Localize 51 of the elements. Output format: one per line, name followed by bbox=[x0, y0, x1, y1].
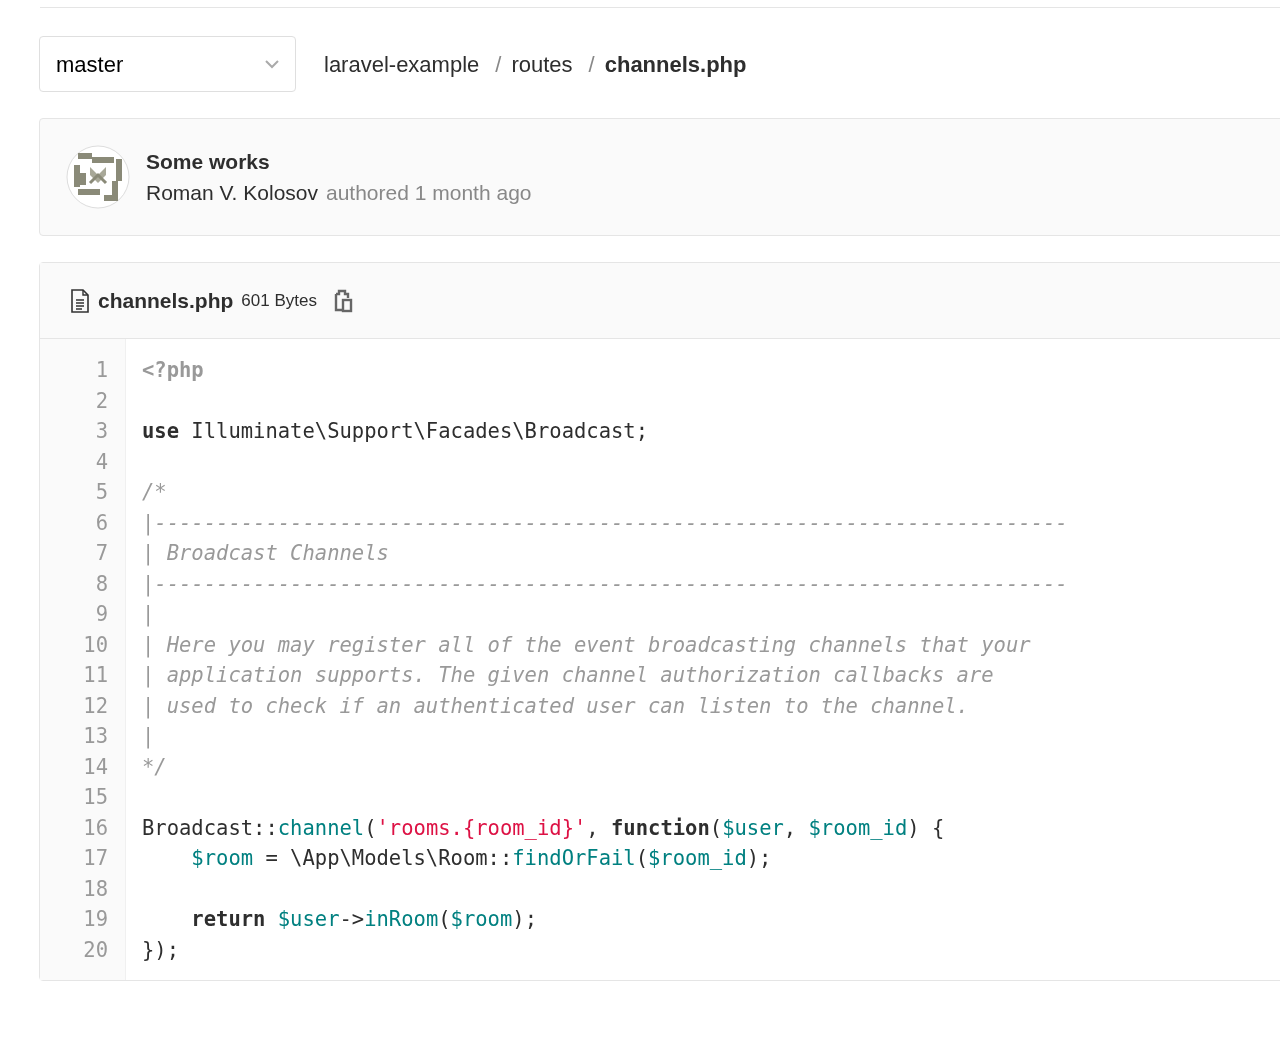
line-number: 16 bbox=[82, 814, 108, 842]
line-number: 17 bbox=[82, 845, 108, 872]
line-number: 2 bbox=[94, 387, 108, 415]
file-name: channels.php bbox=[98, 287, 234, 314]
line-number: 13 bbox=[82, 723, 108, 750]
code-line: return $user->inRoom($room); bbox=[190, 906, 537, 933]
code-line: |-------------------------------------------------------------------------- bbox=[142, 570, 1068, 599]
line-number: 8 bbox=[94, 570, 108, 598]
commit-title[interactable]: Some works bbox=[146, 145, 532, 177]
code-line: /* bbox=[142, 479, 167, 506]
line-number: 3 bbox=[94, 418, 108, 445]
code-line: | application supports. The given channel authorization callbacks are bbox=[142, 662, 994, 690]
breadcrumb-current: channels.php bbox=[604, 50, 747, 79]
breadcrumb-separator: / bbox=[588, 50, 595, 79]
line-number: 19 bbox=[82, 906, 108, 933]
breadcrumb-link[interactable]: laravel-example bbox=[324, 47, 480, 81]
line-number: 11 bbox=[82, 662, 108, 689]
code-line: | Here you may register all of the event broadcasting channels that your bbox=[142, 631, 1031, 660]
code-line: | bbox=[142, 601, 155, 629]
code-line: <?php bbox=[142, 357, 204, 384]
code-line: $room = \App\Models\Room::findOrFail($room_id); bbox=[190, 845, 772, 872]
line-number: 20 bbox=[82, 936, 108, 964]
line-number: 7 bbox=[94, 540, 108, 567]
line-number: 12 bbox=[82, 692, 108, 720]
line-number: 5 bbox=[94, 479, 108, 506]
commit-author[interactable]: Roman V. Kolosov bbox=[146, 177, 318, 209]
line-number: 9 bbox=[94, 601, 108, 628]
breadcrumb-separator: / bbox=[495, 50, 502, 79]
file-text-icon bbox=[70, 288, 90, 313]
line-number: 6 bbox=[94, 509, 108, 537]
line-number: 18 bbox=[82, 875, 108, 903]
file-size: 601 Bytes bbox=[241, 289, 317, 312]
code-line: | Broadcast Channels bbox=[142, 540, 389, 568]
line-number: 4 bbox=[94, 448, 108, 476]
branch-dropdown[interactable]: master bbox=[39, 36, 296, 92]
breadcrumb-link[interactable]: routes bbox=[511, 47, 573, 81]
code-line: */ bbox=[142, 753, 167, 781]
code-line: | bbox=[142, 723, 155, 751]
line-number: 1 bbox=[94, 357, 108, 384]
line-number: 15 bbox=[82, 784, 108, 811]
code-line: | used to check if an authenticated user can listen to the channel. bbox=[142, 692, 969, 721]
avatar-identicon bbox=[66, 145, 130, 209]
line-number: 14 bbox=[82, 753, 108, 781]
code-line: use Illuminate\Support\Facades\Broadcast; bbox=[142, 418, 649, 445]
chevron-down-icon bbox=[265, 59, 279, 69]
code-line: Broadcast::channel('rooms.{room_id}', function($user, $room_id) { bbox=[142, 814, 945, 842]
copy-button[interactable] bbox=[332, 287, 353, 314]
code-line: |-------------------------------------------------------------------------- bbox=[142, 509, 1068, 538]
code-line: }); bbox=[142, 936, 180, 964]
commit-time: authored 1 month ago bbox=[326, 180, 532, 206]
line-number: 10 bbox=[82, 631, 108, 659]
